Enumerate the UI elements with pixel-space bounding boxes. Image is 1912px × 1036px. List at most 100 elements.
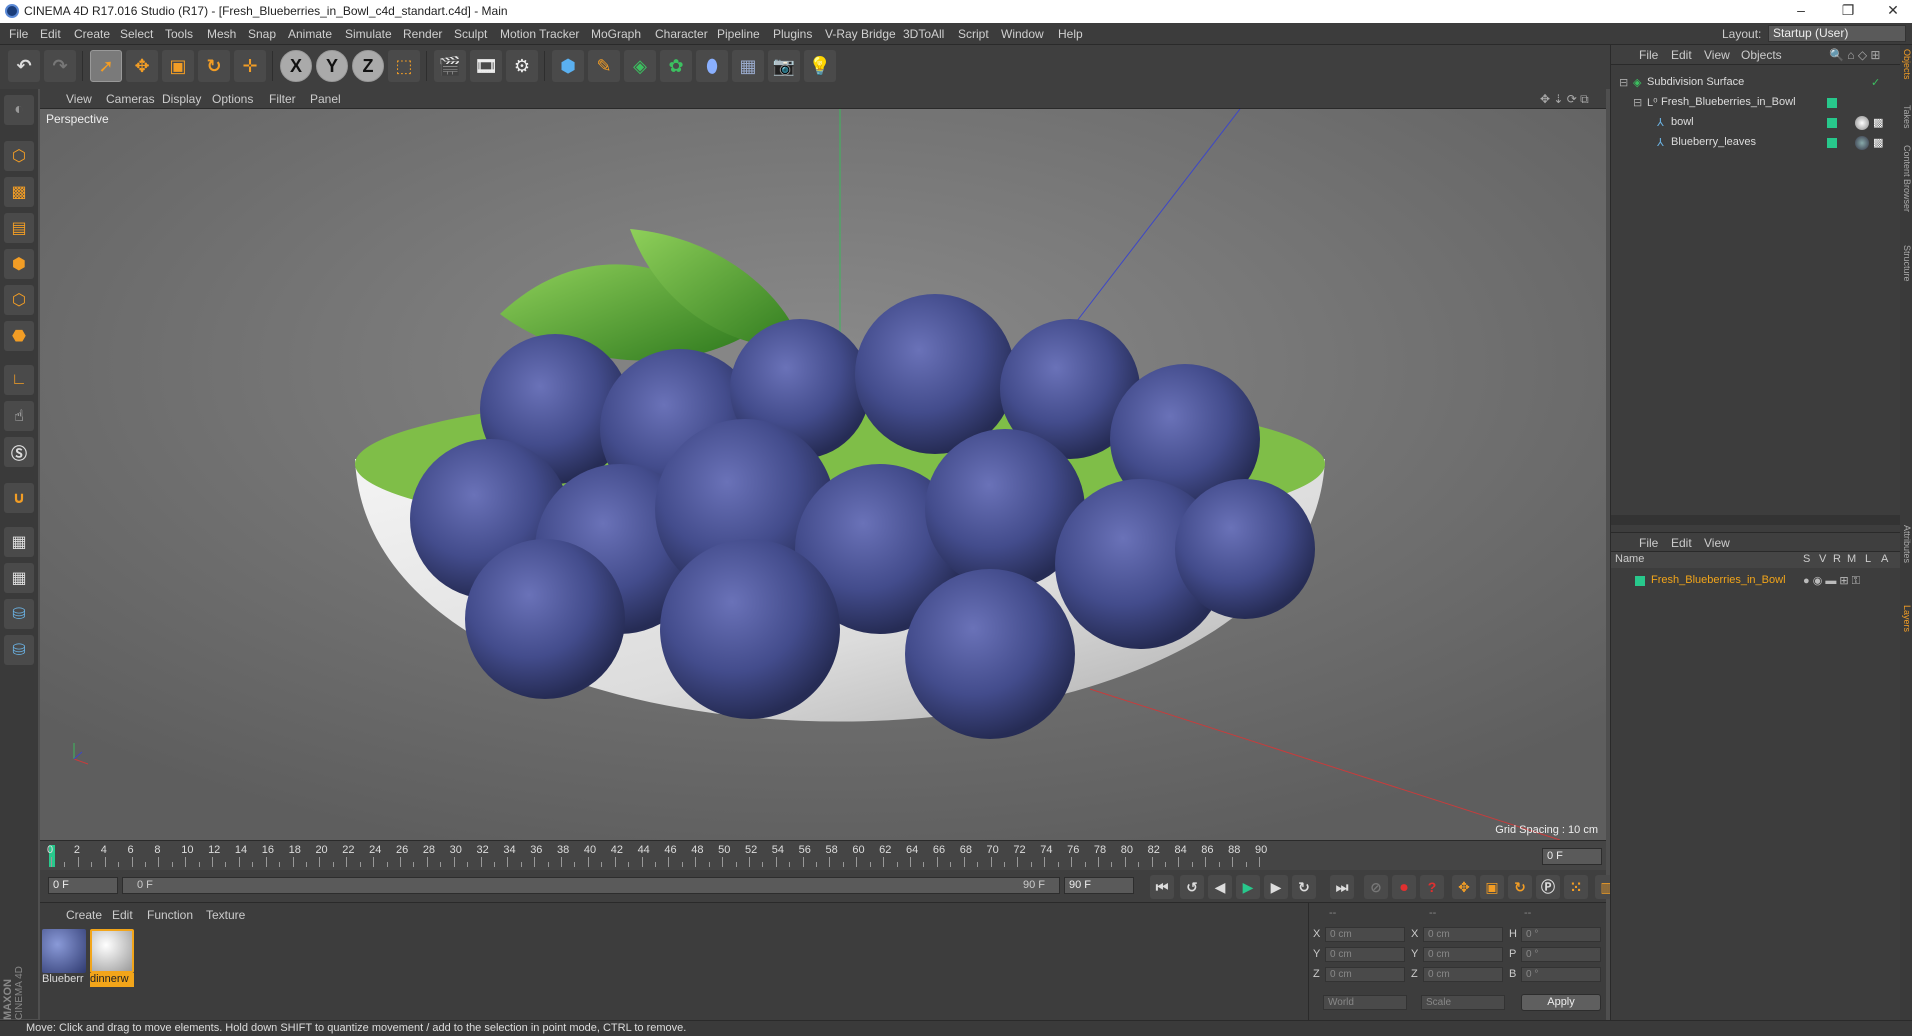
coord-size-x-field[interactable]: 0 cm <box>1423 927 1503 942</box>
camera-icon[interactable]: 📷 <box>768 50 800 82</box>
autokey-icon[interactable]: ⏺ <box>1392 875 1416 899</box>
menu-tools[interactable]: Tools <box>165 27 193 41</box>
side-tab-attributes[interactable]: Attributes <box>1900 525 1912 563</box>
model-mode-icon[interactable]: ⬡ <box>4 141 34 171</box>
menu-simulate[interactable]: Simulate <box>345 27 392 41</box>
pen-spline-icon[interactable]: ✎ <box>588 50 620 82</box>
menu-snap[interactable]: Snap <box>248 27 276 41</box>
uvw-tag-icon[interactable]: ▩ <box>1873 116 1883 129</box>
side-tab-content-browser[interactable]: Content Browser <box>1900 145 1912 212</box>
lock-workplane-icon[interactable]: ▦ <box>4 527 34 557</box>
menu-help[interactable]: Help <box>1058 27 1083 41</box>
layer-menu-edit[interactable]: Edit <box>1671 536 1692 550</box>
layer-color-tag[interactable] <box>1827 98 1837 108</box>
material-menu-function[interactable]: Function <box>147 908 193 922</box>
layer-color-tag[interactable] <box>1827 138 1837 148</box>
light-icon[interactable]: 💡 <box>804 50 836 82</box>
coord-size-y-field[interactable]: 0 cm <box>1423 947 1503 962</box>
object-row-blueberry-leaves[interactable]: ⅄ Blueberry_leaves ▩ <box>1611 133 1901 153</box>
minimize-button[interactable]: – <box>1786 2 1816 18</box>
coordinate-system-icon[interactable]: ⬚ <box>388 50 420 82</box>
current-frame-field[interactable]: 0 F <box>1542 848 1602 865</box>
key-rotation-icon[interactable]: ↻ <box>1508 875 1532 899</box>
keyframe-selection-icon[interactable]: ? <box>1420 875 1444 899</box>
workplane-icon[interactable]: ▤ <box>4 213 34 243</box>
menu-sculpt[interactable]: Sculpt <box>454 27 487 41</box>
points-mode-icon[interactable]: ⬢ <box>4 249 34 279</box>
render-picture-viewer-icon[interactable]: 🎞 <box>470 50 502 82</box>
layer-menu-file[interactable]: File <box>1639 536 1658 550</box>
object-menu-objects[interactable]: Objects <box>1741 48 1782 62</box>
material-dinnerware[interactable]: dinnerw <box>90 929 134 987</box>
material-blueberry[interactable]: Blueberr <box>42 929 86 987</box>
next-key-icon[interactable]: ↻ <box>1292 875 1316 899</box>
coord-pos-z-field[interactable]: 0 cm <box>1325 967 1405 982</box>
previous-frame-icon[interactable]: ◀ <box>1208 875 1232 899</box>
viewport-3d[interactable]: Perspective Grid Spacing : 10 cm <box>40 109 1606 840</box>
menu-motion-tracker[interactable]: Motion Tracker <box>500 27 579 41</box>
deformer-icon[interactable]: ⬮ <box>696 50 728 82</box>
material-menu-create[interactable]: Create <box>66 908 102 922</box>
object-menu-edit[interactable]: Edit <box>1671 48 1692 62</box>
menu-select[interactable]: Select <box>120 27 153 41</box>
object-manager-tools-icon[interactable]: 🔍 ⌂ ◇ ⊞ <box>1829 48 1880 62</box>
menu-window[interactable]: Window <box>1001 27 1044 41</box>
key-pla-icon[interactable]: ⁙ <box>1564 875 1588 899</box>
go-to-end-icon[interactable]: ⏭ <box>1330 875 1354 899</box>
menu-render[interactable]: Render <box>403 27 442 41</box>
texture-mode-icon[interactable]: ▩ <box>4 177 34 207</box>
menu-character[interactable]: Character <box>655 27 708 41</box>
side-tab-structure[interactable]: Structure <box>1900 245 1912 282</box>
side-tab-objects[interactable]: Objects <box>1900 49 1912 80</box>
viewport-menu-view[interactable]: View <box>66 92 92 106</box>
menu-mograph[interactable]: MoGraph <box>591 27 641 41</box>
object-menu-file[interactable]: File <box>1639 48 1658 62</box>
go-to-start-icon[interactable]: ⏮ <box>1150 875 1174 899</box>
menu-file[interactable]: File <box>9 27 28 41</box>
x-axis-button[interactable]: X <box>280 50 312 82</box>
enabled-check-icon[interactable]: ✓ <box>1871 76 1880 89</box>
collapse-icon[interactable]: ⊟ <box>1619 76 1628 89</box>
menu-edit[interactable]: Edit <box>40 27 61 41</box>
render-view-icon[interactable]: 🎬 <box>434 50 466 82</box>
previous-key-icon[interactable]: ↺ <box>1180 875 1204 899</box>
move-icon[interactable]: ✥ <box>126 50 158 82</box>
layer-toggle-icons[interactable]: ● ◉ ▬ ⊞ ⚿ <box>1803 574 1860 588</box>
close-button[interactable]: ✕ <box>1878 2 1908 19</box>
coord-system-select[interactable]: World <box>1323 995 1407 1010</box>
key-parameter-icon[interactable]: Ⓟ <box>1536 875 1560 899</box>
magnet-icon[interactable]: ∪ <box>4 483 34 513</box>
frame-range-slider[interactable]: 0 F 90 F <box>122 877 1060 894</box>
coord-mode-select[interactable]: Scale <box>1421 995 1505 1010</box>
array-icon[interactable]: ✿ <box>660 50 692 82</box>
render-settings-icon[interactable]: ⚙ <box>506 50 538 82</box>
coord-size-z-field[interactable]: 0 cm <box>1423 967 1503 982</box>
live-selection-icon[interactable]: ➚ <box>90 50 122 82</box>
uvw-tag-icon[interactable]: ▩ <box>1873 136 1883 149</box>
scale-icon[interactable]: ▣ <box>162 50 194 82</box>
menu-vray-bridge[interactable]: V-Ray Bridge <box>825 27 896 41</box>
key-position-icon[interactable]: ✥ <box>1452 875 1476 899</box>
coord-rot-p-field[interactable]: 0 ° <box>1521 947 1601 962</box>
menu-animate[interactable]: Animate <box>288 27 332 41</box>
collapse-icon[interactable]: ⊟ <box>1633 96 1642 109</box>
viewport-menu-filter[interactable]: Filter <box>269 92 296 106</box>
workplane-snap-icon[interactable]: ▦ <box>4 563 34 593</box>
coord-rot-h-field[interactable]: 0 ° <box>1521 927 1601 942</box>
viewport-menu-cameras[interactable]: Cameras <box>106 92 155 106</box>
tweak-mode-icon[interactable]: ☝ <box>4 401 34 431</box>
floor-icon[interactable]: ▦ <box>732 50 764 82</box>
python-script-icon[interactable]: ⛁ <box>4 635 34 665</box>
y-axis-button[interactable]: Y <box>316 50 348 82</box>
menu-mesh[interactable]: Mesh <box>207 27 236 41</box>
rotate-icon[interactable]: ↻ <box>198 50 230 82</box>
apply-button[interactable]: Apply <box>1521 994 1601 1011</box>
start-frame-field[interactable]: 0 F <box>48 877 118 894</box>
menu-script[interactable]: Script <box>958 27 989 41</box>
undo-icon[interactable]: ↶ <box>8 50 40 82</box>
viewport-nav-icons[interactable]: ✥ ⇣ ⟳ ⧉ <box>1540 92 1589 107</box>
coord-rot-b-field[interactable]: 0 ° <box>1521 967 1601 982</box>
layer-menu-view[interactable]: View <box>1704 536 1730 550</box>
layer-color-swatch[interactable] <box>1635 576 1645 586</box>
coord-pos-x-field[interactable]: 0 cm <box>1325 927 1405 942</box>
